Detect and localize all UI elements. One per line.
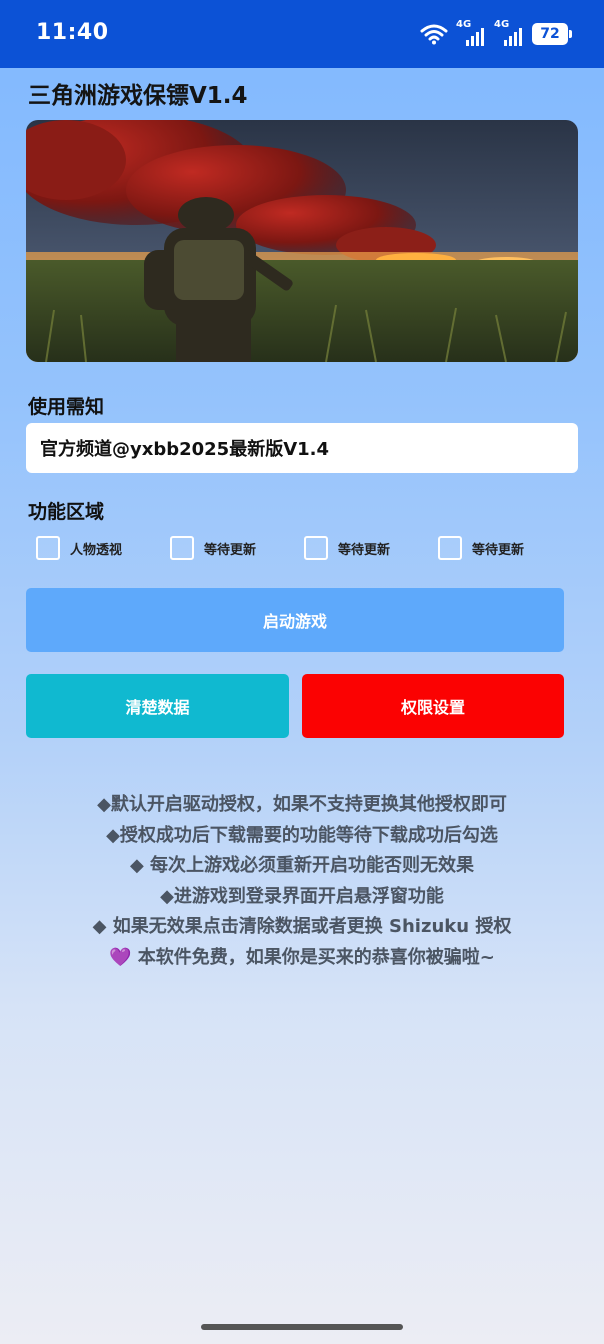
feature-option-pending-2[interactable]: 等待更新 [304,536,390,560]
feature-option-label: 等待更新 [472,542,525,558]
feature-options: 人物透视 等待更新 等待更新 等待更新 [36,536,576,562]
checkbox-icon[interactable] [438,536,462,560]
wifi-icon [420,24,448,45]
feature-option-label: 等待更新 [338,542,391,558]
status-icons: 4G 4G 72 [420,19,572,46]
signal-icon: 4G [456,19,486,46]
feature-option-pending-1[interactable]: 等待更新 [170,536,256,560]
notice-label: 使用需知 [28,396,105,418]
launch-game-button[interactable]: 启动游戏 [26,588,564,652]
app-title: 三角洲游戏保镖V1.4 [28,83,248,109]
feature-option-pending-3[interactable]: 等待更新 [438,536,524,560]
clear-data-button[interactable]: 清楚数据 [26,674,289,738]
signal-icon: 4G [494,19,524,46]
feature-option-label: 等待更新 [204,542,257,558]
soldier-battlefield-illustration [26,120,578,362]
feature-option-esp[interactable]: 人物透视 [36,536,122,560]
feature-option-label: 人物透视 [70,542,123,558]
instruction-line: ◆授权成功后下载需要的功能等待下载成功后勾选 [106,824,498,846]
battery-icon: 72 [532,23,572,45]
instruction-line: ◆ 每次上游戏必须重新开启功能否则无效果 [129,855,475,876]
home-indicator[interactable] [201,1324,403,1330]
status-time: 11:40 [36,20,109,45]
instruction-line: 💜 本软件免费，如果你是买来的恭喜你被骗啦~ [109,946,495,968]
banner-image [26,120,578,362]
checkbox-icon[interactable] [36,536,60,560]
status-bar: 11:40 4G 4G 72 [0,0,604,68]
notice-field[interactable] [26,423,578,473]
features-label: 功能区域 [28,501,105,523]
instruction-line: ◆进游戏到登录界面开启悬浮窗功能 [160,885,444,907]
instruction-line: ◆默认开启驱动授权，如果不支持更换其他授权即可 [97,794,507,815]
checkbox-icon[interactable] [304,536,328,560]
checkbox-icon[interactable] [170,536,194,560]
permission-settings-button[interactable]: 权限设置 [302,674,564,738]
instructions: ◆默认开启驱动授权，如果不支持更换其他授权即可 ◆授权成功后下载需要的功能等待下… [0,790,604,973]
instruction-line: ◆ 如果无效果点击清除数据或者更换 Shizuku 授权 [92,916,512,937]
